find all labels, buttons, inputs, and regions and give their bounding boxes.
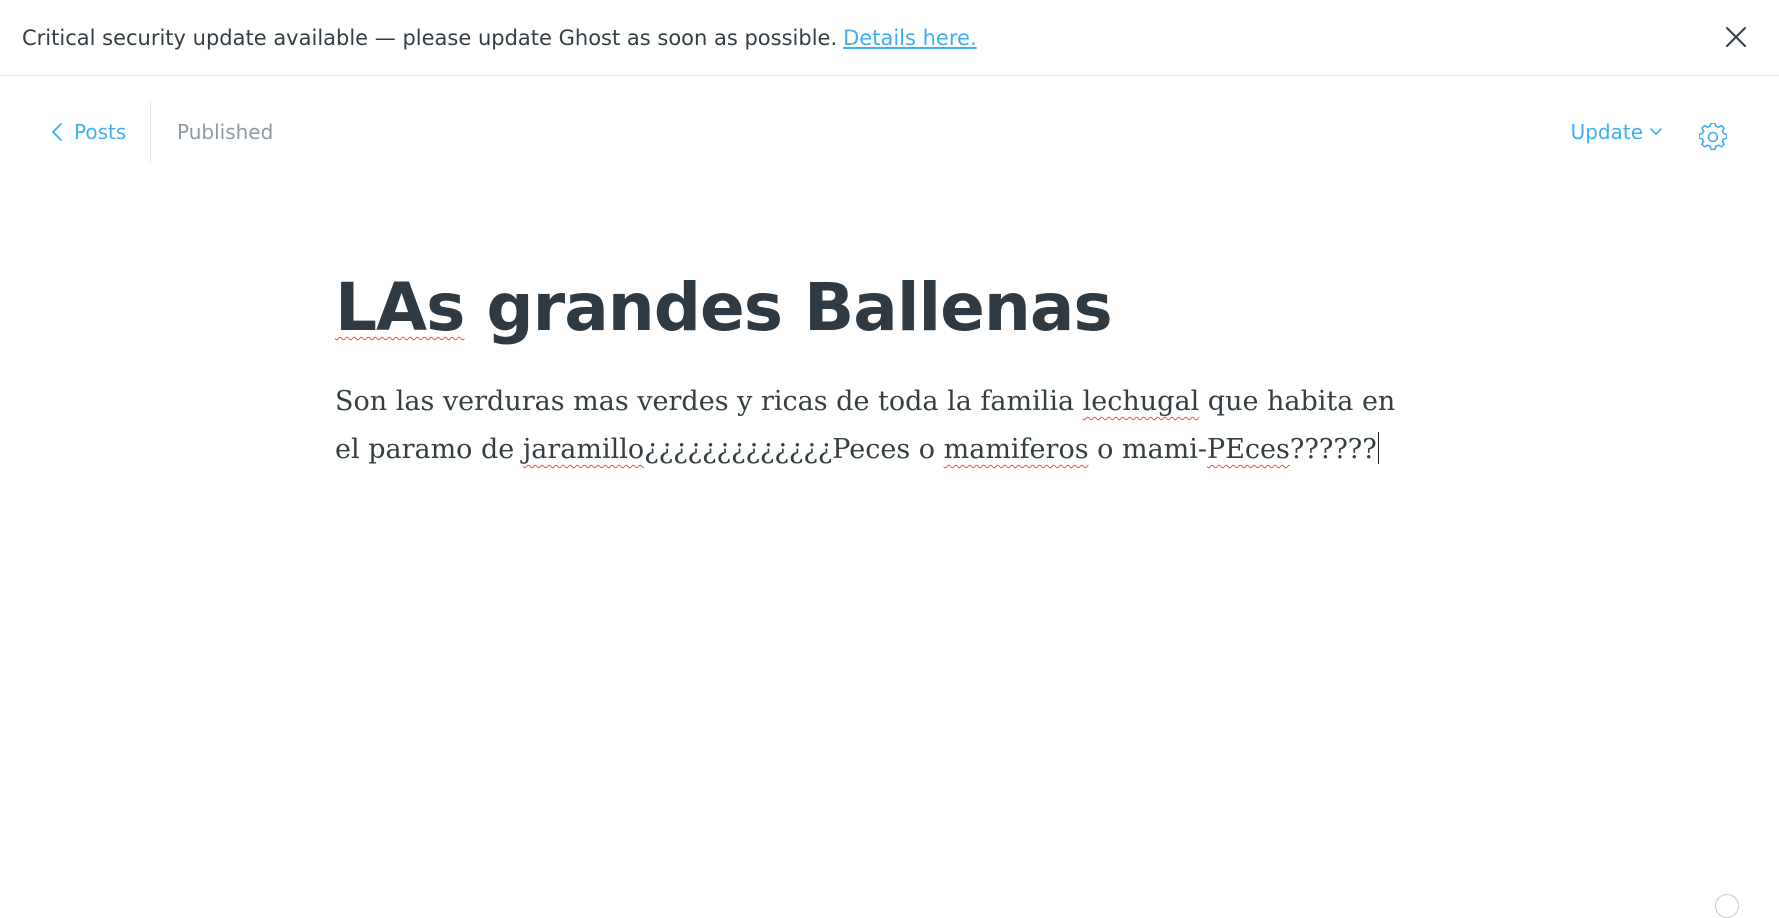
gear-icon[interactable]	[1699, 123, 1727, 151]
body-text: ¿¿¿¿¿¿¿¿¿¿¿¿¿Peces o	[644, 434, 944, 465]
body-misspelled-word: mamiferos	[944, 434, 1089, 465]
body-misspelled-word: lechugal	[1083, 386, 1200, 417]
help-icon[interactable]	[1715, 894, 1739, 918]
body-text: Son las verduras mas verdes y ricas de t…	[335, 386, 1083, 417]
text-caret	[1378, 432, 1379, 464]
body-text: ??????	[1290, 434, 1377, 465]
alert-details-link[interactable]: Details here.	[843, 26, 976, 50]
chevron-left-icon	[50, 122, 64, 142]
security-alert-bar: Critical security update available — ple…	[0, 0, 1779, 76]
editor-header: Posts Published Update	[0, 76, 1779, 186]
title-text: grandes Ballenas	[464, 269, 1111, 346]
back-link-label: Posts	[74, 120, 126, 144]
body-text: o mami-	[1089, 434, 1207, 465]
body-misspelled-word: jaramillo	[523, 434, 644, 465]
post-body[interactable]: Son las verduras mas verdes y ricas de t…	[335, 378, 1415, 474]
header-divider	[150, 102, 151, 162]
back-to-posts-link[interactable]: Posts	[50, 120, 126, 144]
close-icon[interactable]	[1721, 22, 1751, 52]
title-misspelled-word: LAs	[335, 269, 464, 346]
post-title[interactable]: LAs grandes Ballenas	[335, 270, 1415, 346]
update-button[interactable]: Update	[1571, 120, 1663, 144]
alert-message: Critical security update available — ple…	[22, 26, 837, 50]
post-status: Published	[177, 120, 273, 144]
body-misspelled-word: PEces	[1207, 434, 1290, 465]
post-editor[interactable]: LAs grandes Ballenas Son las verduras ma…	[335, 270, 1415, 474]
update-button-label: Update	[1571, 120, 1643, 144]
chevron-down-icon	[1649, 127, 1663, 137]
